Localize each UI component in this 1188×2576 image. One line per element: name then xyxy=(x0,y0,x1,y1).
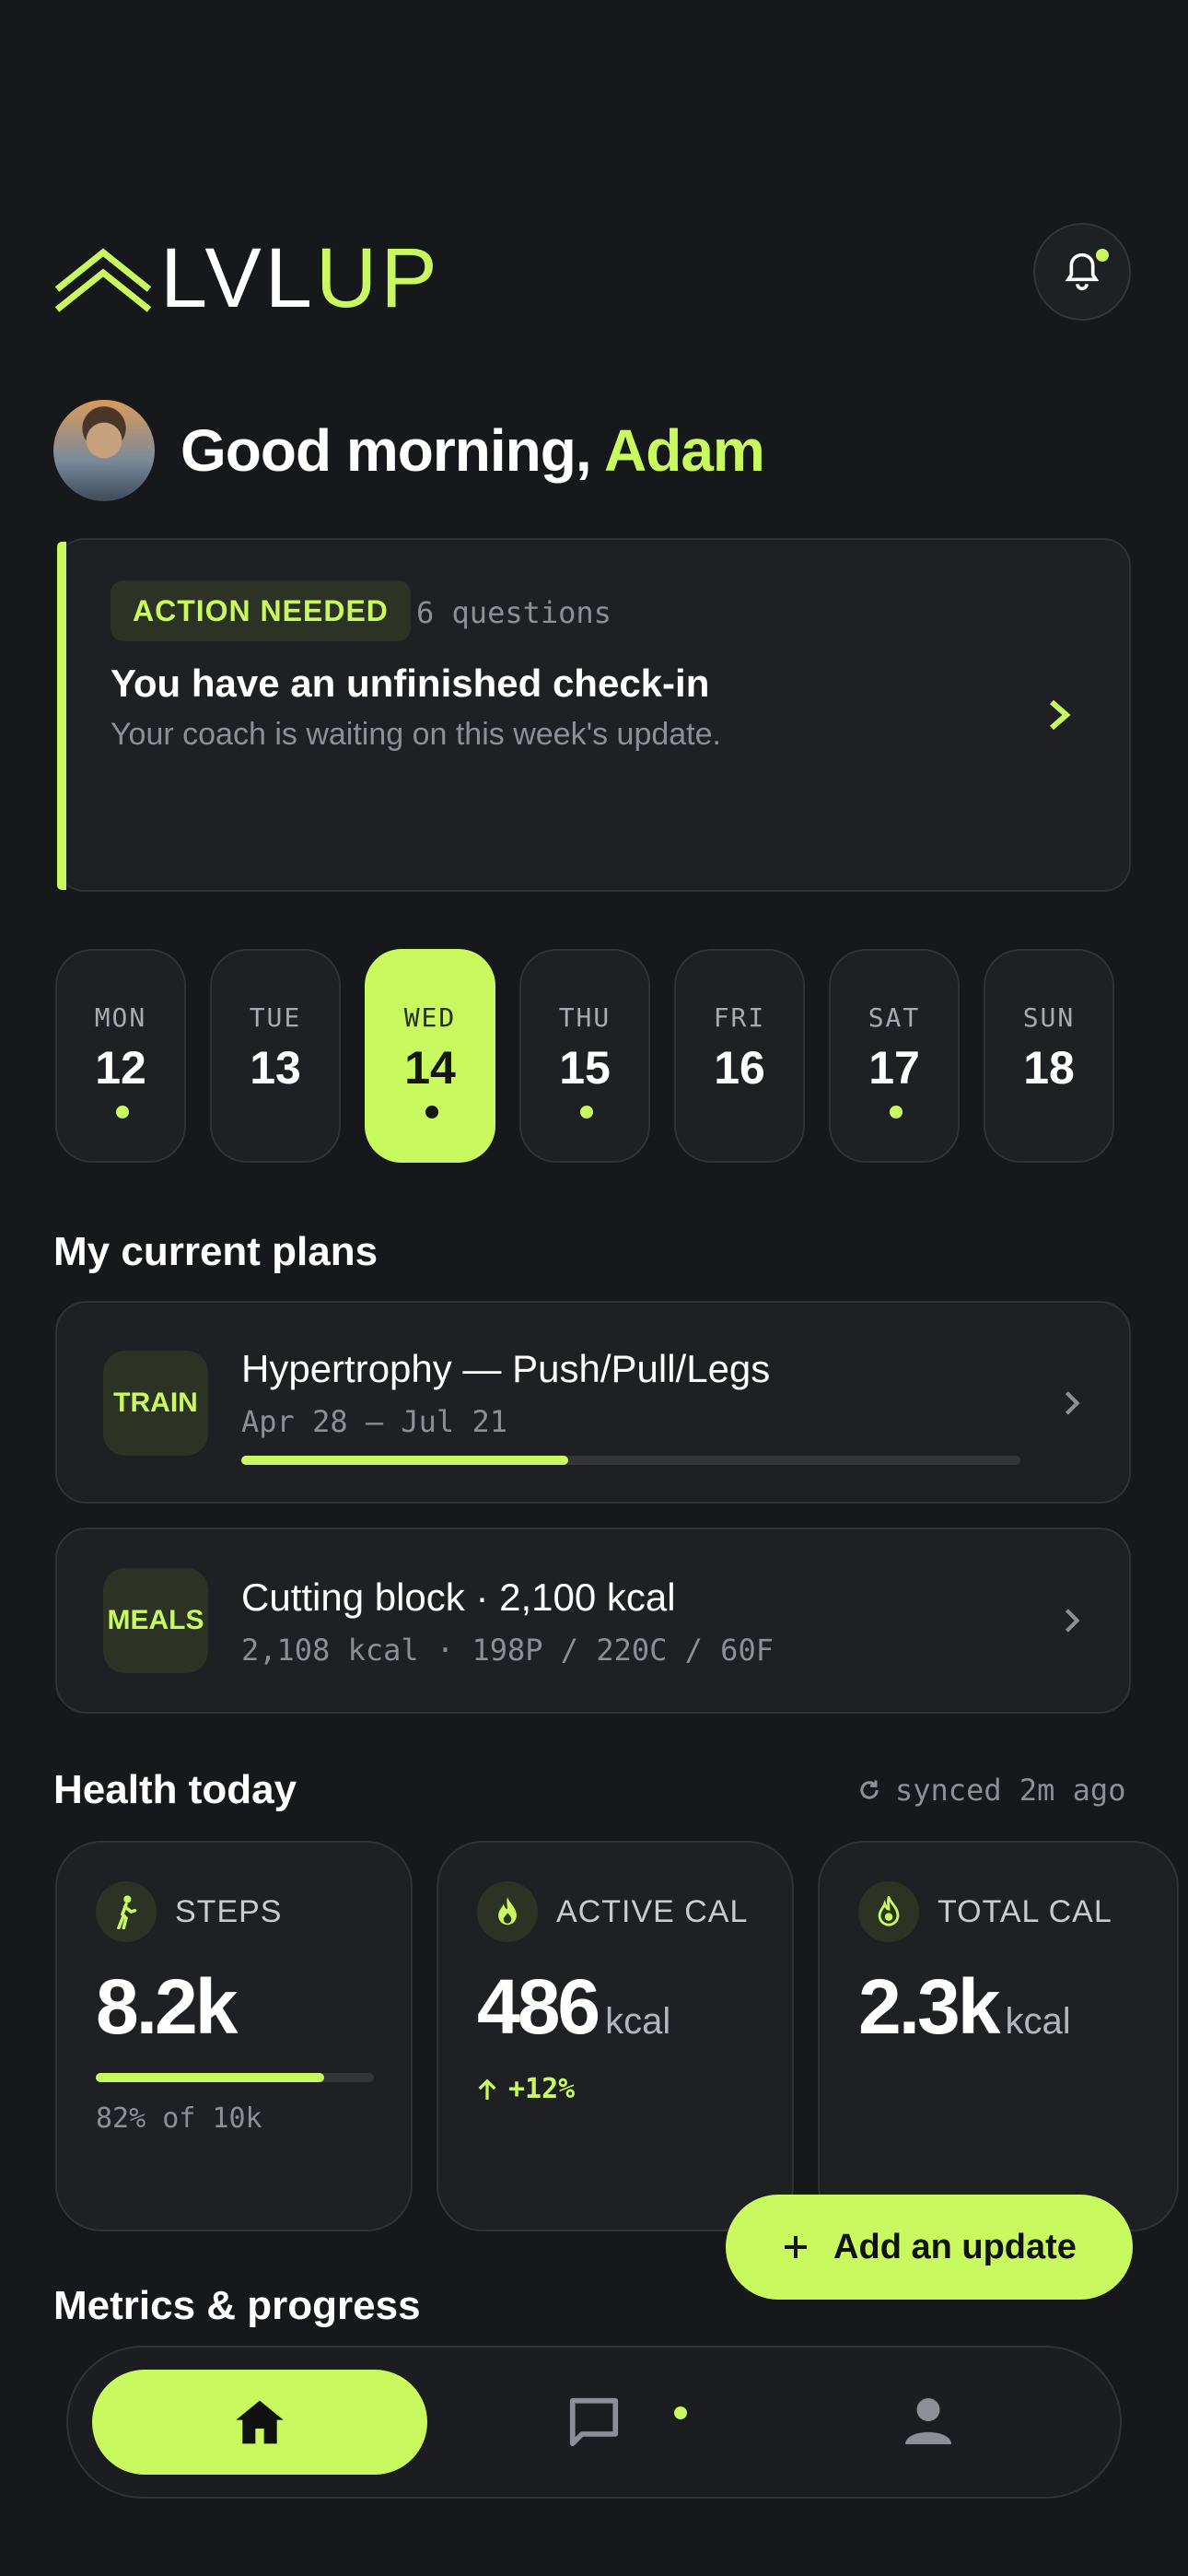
day-name: MON xyxy=(94,1002,147,1033)
day-wed[interactable]: WED 14 xyxy=(365,949,495,1163)
day-activity-dot xyxy=(116,1106,129,1118)
avatar[interactable] xyxy=(53,400,155,501)
health-trend: +12% xyxy=(477,2073,575,2105)
profile-icon[interactable] xyxy=(901,2394,956,2449)
steps-goal-note: 82% of 10k xyxy=(96,2102,262,2135)
health-label: TOTAL CAL xyxy=(938,1894,1112,1929)
day-name: FRI xyxy=(713,1002,766,1033)
steps-progress-bar xyxy=(96,2073,374,2082)
fire-icon xyxy=(858,1881,919,1942)
health-value: 8.2k xyxy=(96,1963,238,2050)
day-mon[interactable]: MON 12 xyxy=(55,949,186,1163)
walk-icon xyxy=(96,1881,157,1942)
chevron-right-icon xyxy=(1065,1391,1080,1415)
plan-title: Hypertrophy — Push/Pull/Legs xyxy=(241,1347,771,1390)
health-section-title: Health today xyxy=(53,1767,297,1812)
arrow-up-icon xyxy=(478,2078,496,2100)
plus-icon xyxy=(785,2236,808,2258)
health-label: ACTIVE CAL xyxy=(556,1894,749,1929)
chevron-right-icon xyxy=(1050,699,1071,731)
day-name: SAT xyxy=(868,1002,921,1033)
plans-section-title: My current plans xyxy=(53,1229,379,1274)
day-fri[interactable]: FRI 16 xyxy=(674,949,805,1163)
chat-unread-dot xyxy=(674,2406,687,2419)
logo-chevron-icon xyxy=(54,248,152,312)
day-number: 15 xyxy=(559,1042,611,1094)
plan-dates: Apr 28 — Jul 21 xyxy=(241,1404,507,1439)
plan-card-meals[interactable]: MEALS Cutting block · 2,100 kcal 2,108 k… xyxy=(55,1528,1131,1714)
trend-value: +12% xyxy=(508,2073,576,2105)
day-name: WED xyxy=(403,1002,457,1033)
add-update-label: Add an update xyxy=(833,2227,1077,2266)
chevron-right-icon xyxy=(1065,1609,1080,1633)
day-number: 17 xyxy=(868,1042,920,1094)
plan-progress-bar xyxy=(241,1456,1020,1465)
day-tue[interactable]: TUE 13 xyxy=(210,949,341,1163)
checkin-accent-bar xyxy=(57,542,66,890)
plan-title: Cutting block · 2,100 kcal xyxy=(241,1575,676,1619)
plan-tag: MEALS xyxy=(103,1568,208,1673)
metrics-section-title: Metrics & progress xyxy=(53,2283,421,2328)
day-name: THU xyxy=(558,1002,611,1033)
day-sat[interactable]: SAT 17 xyxy=(829,949,960,1163)
health-card-total-cal[interactable]: TOTAL CAL 2.3k kcal xyxy=(818,1841,1179,2231)
action-needed-badge: ACTION NEEDED xyxy=(111,580,411,641)
day-name: SUN xyxy=(1022,1002,1076,1033)
health-card-steps[interactable]: STEPS 8.2k 82% of 10k xyxy=(55,1841,413,2231)
greeting: Good morning, Adam xyxy=(181,417,765,484)
notifications-button[interactable] xyxy=(1033,223,1131,321)
day-number: 12 xyxy=(95,1042,146,1094)
checkin-question-count: 6 questions xyxy=(416,595,611,630)
day-activity-dot xyxy=(890,1106,903,1118)
notification-dot xyxy=(1096,249,1109,262)
plan-card-training[interactable]: TRAIN Hypertrophy — Push/Pull/Legs Apr 2… xyxy=(55,1301,1131,1504)
day-number: 14 xyxy=(404,1042,456,1094)
day-number: 13 xyxy=(250,1042,301,1094)
app-logo: LVLUP xyxy=(53,231,441,325)
nav-home-button[interactable] xyxy=(92,2370,427,2475)
day-sun[interactable]: SUN 18 xyxy=(984,949,1114,1163)
bottom-nav xyxy=(66,2346,1122,2499)
checkin-title: You have an unfinished check-in xyxy=(111,662,710,705)
logo-text: LVLUP xyxy=(160,231,441,325)
steps-progress-fill xyxy=(96,2073,324,2082)
plan-macros: 2,108 kcal · 198P / 220C / 60F xyxy=(241,1633,774,1668)
sync-status[interactable]: synced 2m ago xyxy=(856,1773,1125,1808)
health-value: 2.3k kcal xyxy=(858,1963,1071,2050)
health-card-active-cal[interactable]: ACTIVE CAL 486 kcal +12% xyxy=(437,1841,794,2231)
plan-tag: TRAIN xyxy=(103,1351,208,1456)
chat-icon[interactable] xyxy=(565,2394,623,2451)
day-name: TUE xyxy=(249,1002,302,1033)
day-activity-dot xyxy=(425,1106,438,1118)
day-activity-dot xyxy=(580,1106,593,1118)
checkin-subtitle: Your coach is waiting on this week's upd… xyxy=(111,717,721,752)
health-value: 486 kcal xyxy=(477,1963,671,2050)
sync-status-text: synced 2m ago xyxy=(895,1773,1126,1808)
refresh-icon xyxy=(860,1780,879,1799)
plan-progress-fill xyxy=(241,1456,569,1465)
home-icon xyxy=(236,2400,284,2444)
day-number: 16 xyxy=(714,1042,765,1094)
day-number: 18 xyxy=(1023,1042,1075,1094)
add-update-button[interactable]: Add an update xyxy=(726,2195,1133,2300)
bell-icon xyxy=(1065,252,1100,291)
day-thu[interactable]: THU 15 xyxy=(519,949,650,1163)
flame-icon xyxy=(477,1881,538,1942)
health-label: STEPS xyxy=(175,1894,283,1929)
